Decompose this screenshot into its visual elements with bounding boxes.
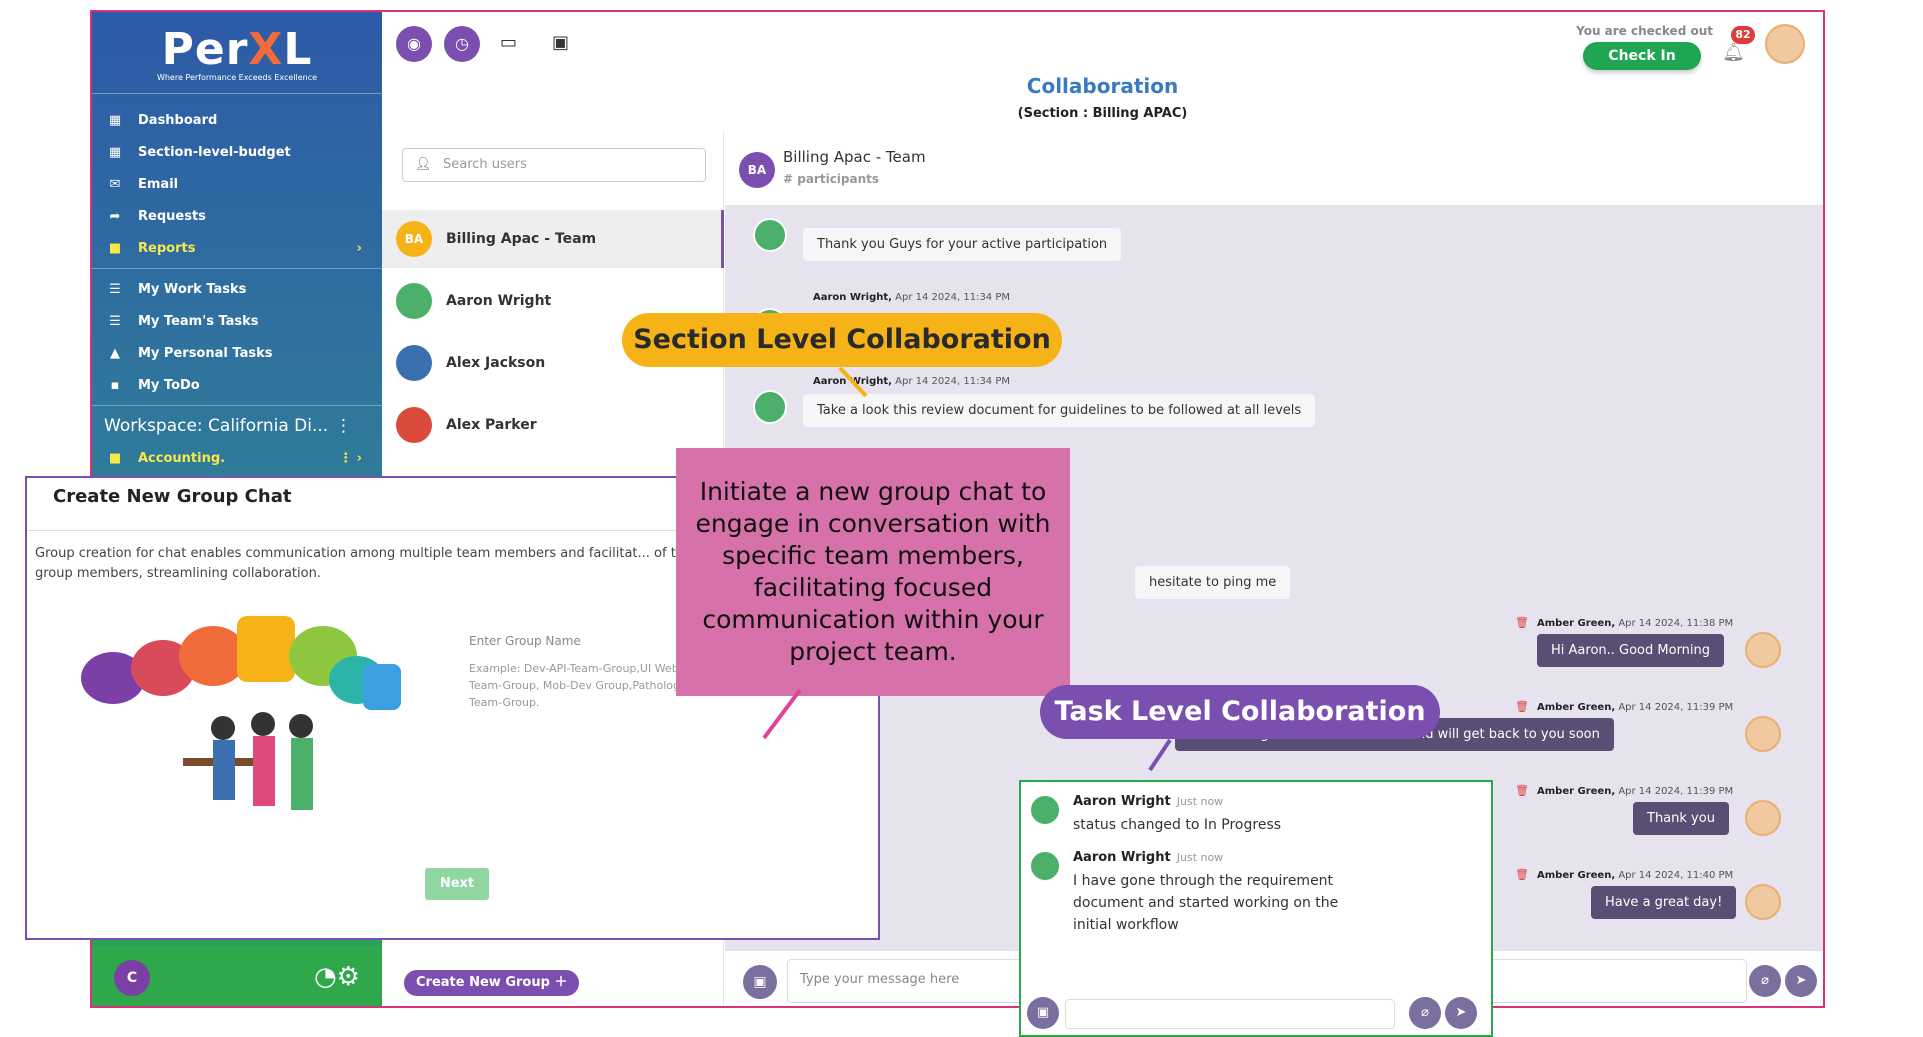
- message-text: status changed to In Progress: [1073, 817, 1282, 833]
- message-author: Aaron Wright Just now: [1073, 850, 1224, 865]
- send-icon[interactable]: ➤: [1445, 997, 1477, 1029]
- callout-pointers: [762, 366, 1172, 772]
- avatar: [1029, 850, 1061, 882]
- image-icon[interactable]: ▣: [1027, 997, 1059, 1029]
- message-author: Aaron Wright Just now: [1073, 794, 1224, 809]
- avatar: [1029, 794, 1061, 826]
- attach-icon[interactable]: ⌀: [1409, 997, 1441, 1029]
- task-message-input[interactable]: [1065, 999, 1395, 1029]
- task-chat-panel: Aaron Wright Just now status changed to I…: [1019, 780, 1493, 1037]
- message-text: I have gone through the requirement docu…: [1073, 873, 1339, 933]
- task-message-composer: ▣ ⌀ ➤: [1021, 991, 1491, 1035]
